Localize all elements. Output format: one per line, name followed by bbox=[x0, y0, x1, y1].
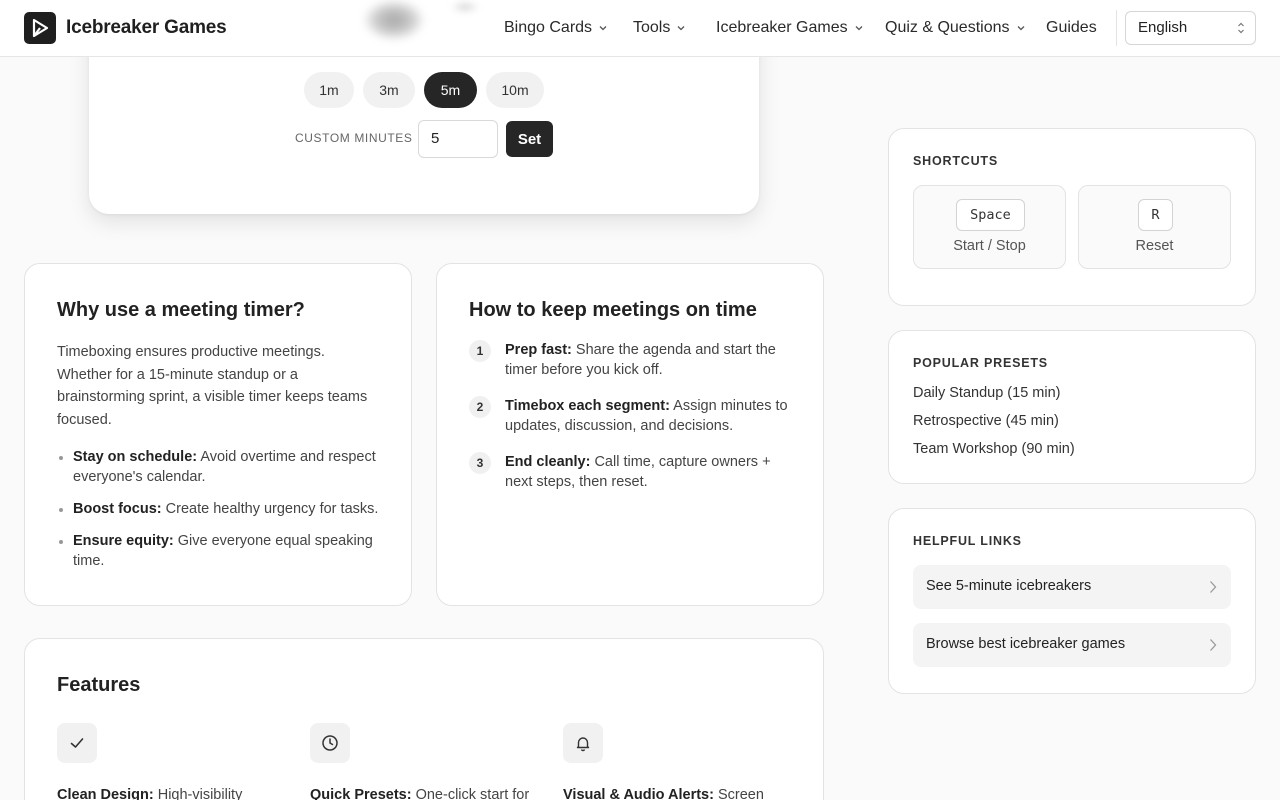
how-card: How to keep meetings on time 1 Prep fast:… bbox=[436, 263, 824, 606]
step-number: 2 bbox=[469, 396, 491, 418]
nav-icebreaker-games[interactable]: Icebreaker Games bbox=[716, 19, 863, 37]
bell-icon bbox=[563, 723, 603, 763]
set-button[interactable]: Set bbox=[506, 121, 553, 157]
language-select[interactable]: English bbox=[1125, 11, 1256, 45]
why-card: Why use a meeting timer? Timeboxing ensu… bbox=[24, 263, 412, 606]
feature-clean-design: Clean Design: High-visibility bbox=[57, 723, 297, 800]
chevron-down-icon bbox=[677, 26, 685, 31]
preset-team-workshop-link[interactable]: Team Workshop (90 min) bbox=[913, 441, 1075, 457]
preset-daily-standup-link[interactable]: Daily Standup (15 min) bbox=[913, 385, 1061, 401]
check-icon bbox=[57, 723, 97, 763]
list-item: Boost focus: Create healthy urgency for … bbox=[57, 499, 387, 519]
popular-presets-card: POPULAR PRESETS Daily Standup (15 min) R… bbox=[888, 330, 1256, 484]
language-value: English bbox=[1138, 19, 1188, 36]
site-header: Icebreaker Games Bingo Cards Tools Icebr… bbox=[0, 0, 1280, 57]
chevron-down-icon bbox=[599, 26, 607, 31]
link-5-minute-icebreakers[interactable]: See 5-minute icebreakers bbox=[913, 565, 1231, 609]
list-item: Stay on schedule: Avoid overtime and res… bbox=[57, 447, 387, 487]
how-steps: 1 Prep fast: Share the agenda and start t… bbox=[469, 340, 799, 508]
why-bullets: Stay on schedule: Avoid overtime and res… bbox=[57, 447, 387, 583]
timer-display-blur bbox=[364, 0, 424, 40]
kbd-r: R bbox=[1138, 199, 1173, 231]
feature-alerts: Visual & Audio Alerts: Screen bbox=[563, 723, 803, 800]
chevron-right-icon bbox=[1210, 581, 1217, 593]
nav-divider bbox=[1116, 10, 1117, 46]
features-card: Features Clean Design: High-visibility Q… bbox=[24, 638, 824, 800]
preset-10m-button[interactable]: 10m bbox=[486, 72, 544, 108]
why-body: Timeboxing ensures productive meetings. … bbox=[57, 344, 368, 428]
nav-guides[interactable]: Guides bbox=[1046, 19, 1097, 37]
step-number: 1 bbox=[469, 340, 491, 362]
shortcut-reset: R Reset bbox=[1078, 185, 1231, 269]
nav-tools[interactable]: Tools bbox=[633, 19, 685, 37]
brand-name: Icebreaker Games bbox=[66, 17, 227, 38]
link-label: Browse best icebreaker games bbox=[926, 636, 1126, 652]
shortcuts-title: SHORTCUTS bbox=[913, 154, 998, 168]
list-item: 3 End cleanly: Call time, capture owners … bbox=[469, 452, 799, 492]
nav-label: Tools bbox=[633, 19, 671, 36]
preset-1m-button[interactable]: 1m bbox=[304, 72, 354, 108]
helpful-links-card: HELPFUL LINKS See 5-minute icebreakers B… bbox=[888, 508, 1256, 694]
step-number: 3 bbox=[469, 452, 491, 474]
nav-label: Bingo Cards bbox=[504, 19, 593, 36]
feature-quick-presets: Quick Presets: One-click start for bbox=[310, 723, 550, 800]
nav-label: Icebreaker Games bbox=[716, 19, 848, 36]
shortcut-label: Start / Stop bbox=[953, 238, 1026, 254]
why-title: Why use a meeting timer? bbox=[57, 299, 305, 321]
shortcuts-card: SHORTCUTS Space Start / Stop R Reset bbox=[888, 128, 1256, 306]
popular-presets-title: POPULAR PRESETS bbox=[913, 356, 1048, 370]
kbd-space: Space bbox=[956, 199, 1025, 231]
select-arrows-icon bbox=[1238, 22, 1244, 34]
play-logo-icon bbox=[24, 12, 56, 44]
preset-3m-button[interactable]: 3m bbox=[363, 72, 415, 108]
nav-quiz-questions[interactable]: Quiz & Questions bbox=[885, 19, 1025, 37]
list-item: Ensure equity: Give everyone equal speak… bbox=[57, 531, 387, 571]
timer-display-blur bbox=[450, 0, 480, 14]
chevron-down-icon bbox=[1017, 26, 1024, 31]
link-label: See 5-minute icebreakers bbox=[926, 578, 1092, 594]
preset-5m-button[interactable]: 5m bbox=[424, 72, 477, 108]
list-item: 1 Prep fast: Share the agenda and start t… bbox=[469, 340, 799, 380]
brand-logo[interactable]: Icebreaker Games bbox=[24, 12, 227, 44]
list-item: 2 Timebox each segment: Assign minutes to… bbox=[469, 396, 799, 436]
chevron-down-icon bbox=[855, 26, 863, 31]
features-title: Features bbox=[57, 674, 141, 696]
custom-minutes-input[interactable]: 5 bbox=[418, 120, 498, 158]
nav-label: Quiz & Questions bbox=[885, 19, 1010, 36]
nav-label: Guides bbox=[1046, 19, 1097, 36]
helpful-links-title: HELPFUL LINKS bbox=[913, 534, 1022, 548]
custom-minutes-label: CUSTOM MINUTES bbox=[295, 131, 413, 145]
how-title: How to keep meetings on time bbox=[469, 299, 757, 321]
shortcut-label: Reset bbox=[1135, 238, 1174, 254]
shortcut-space: Space Start / Stop bbox=[913, 185, 1066, 269]
nav-bingo-cards[interactable]: Bingo Cards bbox=[504, 19, 607, 37]
clock-icon bbox=[310, 723, 350, 763]
link-best-icebreaker-games[interactable]: Browse best icebreaker games bbox=[913, 623, 1231, 667]
preset-retrospective-link[interactable]: Retrospective (45 min) bbox=[913, 413, 1059, 429]
chevron-right-icon bbox=[1210, 639, 1217, 651]
